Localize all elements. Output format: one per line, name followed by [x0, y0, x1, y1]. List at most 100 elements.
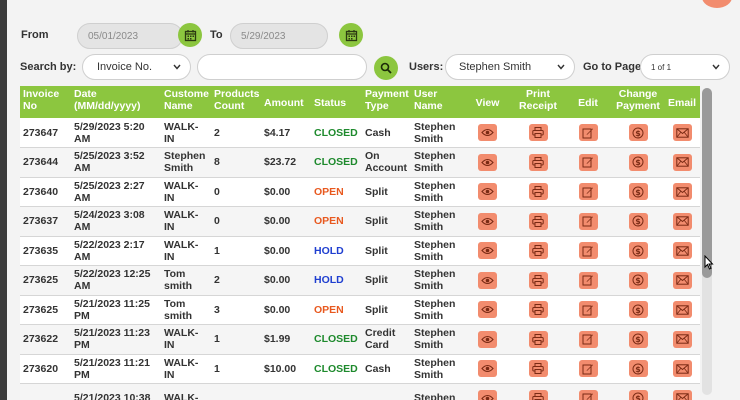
svg-text:$: $	[635, 394, 641, 400]
search-by-select[interactable]: Invoice No.	[82, 54, 191, 80]
status-cell: CLOSED	[311, 118, 362, 148]
col-header-date[interactable]: Date (MM/dd/yyyy)	[71, 86, 161, 118]
change-payment-button[interactable]: $	[628, 389, 648, 400]
scrollbar-thumb[interactable]	[702, 88, 712, 278]
col-header-invoice[interactable]: Invoice No	[20, 86, 71, 118]
from-label: From	[21, 29, 49, 41]
col-header-status[interactable]: Status	[311, 86, 362, 118]
svg-text:$: $	[635, 158, 641, 167]
email-button[interactable]	[672, 212, 692, 230]
email-button[interactable]	[672, 153, 692, 171]
view-button-cell	[463, 383, 512, 400]
print-receipt-button[interactable]	[528, 330, 548, 348]
print-receipt-button[interactable]	[528, 360, 548, 378]
print-receipt-button[interactable]	[528, 271, 548, 289]
amount-cell: $0.00	[261, 236, 311, 266]
from-calendar-button[interactable]	[178, 23, 202, 47]
edit-button[interactable]	[578, 212, 598, 230]
email-button[interactable]	[672, 301, 692, 319]
edit-button[interactable]	[578, 153, 598, 171]
view-button[interactable]	[478, 212, 497, 230]
col-header-payment[interactable]: Payment Type	[362, 86, 411, 118]
email-button[interactable]	[672, 242, 692, 260]
print-receipt-button[interactable]	[528, 124, 548, 141]
change-payment-button[interactable]: $	[628, 360, 648, 378]
view-button[interactable]	[478, 271, 497, 289]
change-payment-button[interactable]: $	[628, 330, 648, 348]
to-calendar-button[interactable]	[339, 23, 363, 47]
go-to-page-select[interactable]: 1 of 1	[640, 54, 730, 80]
edit-button-cell	[564, 354, 612, 384]
users-select[interactable]: Stephen Smith	[445, 54, 575, 80]
svg-text:$: $	[635, 306, 641, 315]
printer-icon	[532, 274, 544, 286]
from-date-input[interactable]: 05/01/2023	[77, 23, 183, 49]
invoice-table: Invoice No Date (MM/dd/yyyy) Custome Nam…	[20, 86, 700, 400]
email-button[interactable]	[672, 124, 692, 141]
col-header-user[interactable]: User Name	[411, 86, 463, 118]
view-button[interactable]	[478, 124, 497, 141]
print-receipt-button[interactable]	[528, 153, 548, 171]
chevron-down-icon	[557, 64, 565, 70]
print-receipt-button[interactable]	[528, 242, 548, 260]
edit-button-cell	[564, 324, 612, 355]
change-payment-button[interactable]: $	[628, 271, 648, 289]
email-button[interactable]	[672, 360, 692, 378]
print-receipt-button-cell	[512, 147, 564, 178]
edit-icon	[582, 364, 593, 375]
change-payment-button[interactable]: $	[628, 242, 648, 260]
view-button[interactable]	[478, 242, 497, 260]
edit-button-cell	[564, 265, 612, 296]
view-button[interactable]	[478, 153, 497, 171]
print-receipt-button[interactable]	[528, 183, 548, 201]
email-button[interactable]	[672, 389, 692, 400]
view-button[interactable]	[478, 360, 497, 378]
view-button[interactable]	[478, 330, 497, 348]
table-row: 273644 5/25/2023 3:52 AM Stephen Smith 8 $23…	[20, 147, 700, 178]
col-header-products[interactable]: Products Count	[211, 86, 261, 118]
col-header-amount[interactable]: Amount	[261, 86, 311, 118]
eye-icon	[481, 217, 494, 225]
view-button[interactable]	[478, 389, 497, 400]
print-receipt-button[interactable]	[528, 212, 548, 230]
change-payment-button[interactable]: $	[628, 301, 648, 319]
printer-icon	[532, 245, 544, 257]
change-payment-button[interactable]: $	[628, 153, 648, 171]
customer-cell: WALK-IN	[161, 236, 211, 266]
payment-type-cell: Split	[362, 177, 411, 207]
products-count-cell: 1	[211, 354, 261, 384]
close-button[interactable]	[702, 0, 732, 8]
change-payment-button[interactable]: $	[628, 183, 648, 201]
to-date-input[interactable]: 5/29/2023	[230, 23, 328, 49]
edit-button[interactable]	[578, 271, 598, 289]
amount-cell: $23.72	[261, 147, 311, 178]
search-input[interactable]	[197, 54, 367, 80]
email-button[interactable]	[672, 330, 692, 348]
products-count-cell: 1	[211, 324, 261, 355]
change-payment-button[interactable]: $	[628, 212, 648, 230]
view-button[interactable]	[478, 183, 497, 201]
email-button[interactable]	[672, 271, 692, 289]
email-button[interactable]	[672, 183, 692, 201]
edit-button[interactable]	[578, 124, 598, 141]
edit-button[interactable]	[578, 242, 598, 260]
edit-button[interactable]	[578, 360, 598, 378]
change-payment-button[interactable]: $	[628, 124, 648, 141]
print-receipt-button-cell	[512, 206, 564, 237]
view-button[interactable]	[478, 301, 497, 319]
edit-button[interactable]	[578, 330, 598, 348]
edit-button[interactable]	[578, 389, 598, 400]
invoice-cell: 273625	[20, 295, 71, 325]
edit-icon	[582, 246, 593, 257]
print-receipt-button[interactable]	[528, 301, 548, 319]
status-cell: HOLD	[311, 236, 362, 266]
customer-cell: WALK-IN	[161, 206, 211, 237]
svg-text:$: $	[635, 247, 641, 256]
edit-button-cell	[564, 236, 612, 266]
edit-button[interactable]	[578, 301, 598, 319]
table-scrollbar[interactable]	[702, 88, 712, 395]
search-button[interactable]	[374, 56, 398, 80]
print-receipt-button[interactable]	[528, 389, 548, 400]
col-header-customer[interactable]: Custome Name	[161, 86, 211, 118]
edit-button[interactable]	[578, 183, 598, 201]
